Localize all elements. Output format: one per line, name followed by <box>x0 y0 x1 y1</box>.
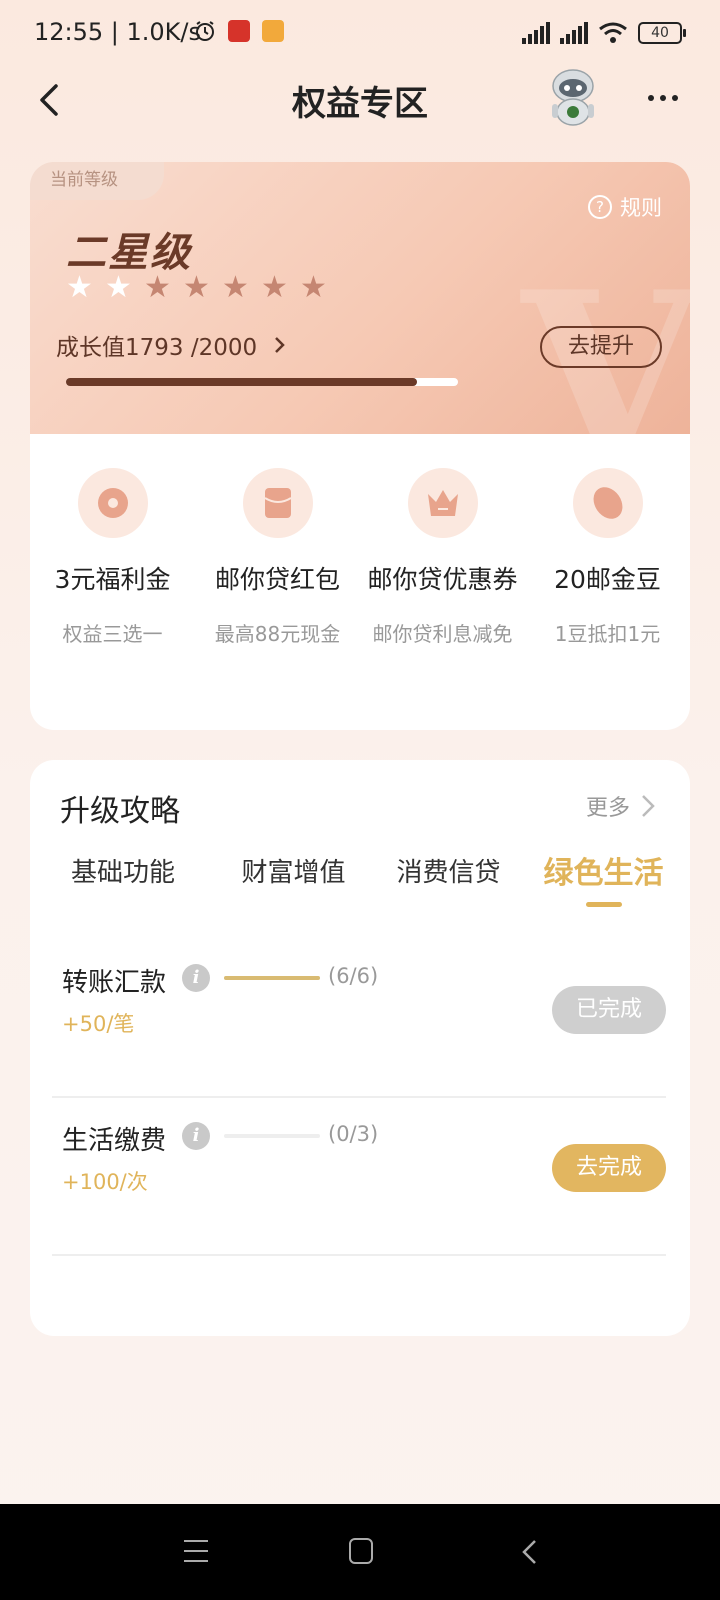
robot-assistant-icon[interactable] <box>540 64 606 130</box>
task-row: 生活缴费 i (0/3) +100/次 去完成 <box>52 1098 666 1256</box>
signal-icon-2 <box>560 22 588 44</box>
growth-value-text: 成长值1793 /2000 <box>56 335 258 361</box>
growth-progress-fill <box>66 378 418 386</box>
benefit-subtitle: 1豆抵扣1元 <box>554 622 661 646</box>
level-stars: ★ ★ ★ ★ ★ ★ ★ <box>66 270 327 305</box>
menu-icon[interactable] <box>184 1540 208 1562</box>
question-icon: ? <box>588 195 612 219</box>
rules-link[interactable]: ? 规则 <box>588 192 662 222</box>
nav-back-icon[interactable] <box>518 1538 542 1566</box>
status-time: 12:55 | 1.0K/s <box>34 18 202 46</box>
strategy-tabs: 基础功能 财富增值 消费信贷 绿色生活 <box>30 846 690 907</box>
task-progress-bar <box>224 1134 320 1138</box>
more-label: 更多 <box>585 796 630 821</box>
task-action-button[interactable]: 去完成 <box>552 1144 666 1192</box>
app-notification-icon <box>228 20 250 42</box>
star-icon: ★ <box>300 270 327 305</box>
benefit-title: 邮你贷红包 <box>214 565 340 594</box>
task-action-button[interactable]: 已完成 <box>552 986 666 1034</box>
red-packet-icon <box>242 468 313 538</box>
task-reward: +100/次 <box>62 1170 148 1194</box>
benefit-subtitle: 邮你贷利息减免 <box>372 622 513 646</box>
task-count: (0/3) <box>328 1122 379 1146</box>
benefit-item[interactable]: 3元福利金权益三选一 <box>30 458 195 647</box>
tab-item[interactable]: 财富增值 <box>216 846 371 892</box>
tab-active-indicator <box>585 902 622 907</box>
benefit-title: 20邮金豆 <box>554 565 661 594</box>
more-link[interactable]: 更多 <box>586 790 656 822</box>
alarm-icon <box>196 21 214 41</box>
task-name: 转账汇款 <box>62 968 167 998</box>
benefits-row: 3元福利金 权益三选一 邮你贷红包 最高88元现金 邮你贷优惠券 邮你贷利息减免 20邮金豆… <box>30 458 690 647</box>
benefit-item[interactable]: 邮你贷优惠券邮你贷利息减免 <box>360 458 525 647</box>
star-icon: ★ <box>261 270 288 305</box>
star-icon: ★ <box>66 270 93 305</box>
tab-label: 消费信贷 <box>396 858 501 888</box>
benefit-subtitle: 权益三选一 <box>62 622 163 646</box>
upgrade-button[interactable]: 去提升 <box>540 326 662 368</box>
page-title: 权益专区 <box>292 84 428 124</box>
battery-icon: 40 <box>638 22 686 44</box>
task-progress-bar <box>224 976 320 980</box>
current-level-badge: 当前等级 <box>30 162 164 200</box>
task-count: (6/6) <box>328 964 379 988</box>
tab-label: 财富增值 <box>241 858 346 888</box>
benefit-item[interactable]: 邮你贷红包最高88元现金 <box>195 458 360 647</box>
star-icon: ★ <box>222 270 249 305</box>
chevron-right-icon <box>642 795 655 817</box>
level-card: V 当前等级 ? 规则 二星级 ★ ★ ★ ★ ★ ★ ★ 成长值1793 /2000 去提… <box>30 162 690 730</box>
star-icon: ★ <box>105 270 132 305</box>
star-icon: ★ <box>144 270 171 305</box>
signal-icon <box>522 22 550 44</box>
benefit-item[interactable]: 20邮金豆 1豆抵扣1元 <box>525 458 690 647</box>
level-banner: V 当前等级 ? 规则 二星级 ★ ★ ★ ★ ★ ★ ★ 成长值1793 /2000 去提… <box>30 162 690 512</box>
info-icon[interactable]: i <box>182 964 210 992</box>
benefit-title: 邮你贷优惠券 <box>367 565 518 594</box>
tab-item[interactable]: 基础功能 <box>30 846 216 892</box>
benefit-title: 3元福利金 <box>54 565 171 594</box>
message-notification-icon <box>262 20 284 42</box>
crown-coupon-icon <box>407 468 478 538</box>
task-reward: +50/笔 <box>62 1012 135 1036</box>
bean-icon <box>572 468 643 538</box>
tab-item[interactable]: 绿色生活 <box>526 846 681 907</box>
growth-progress-bar <box>66 378 458 386</box>
upgrade-strategy-card: 升级攻略 更多 基础功能 财富增值 消费信贷 绿色生活 转账汇款 i (6/6) +50/笔… <box>30 760 690 1336</box>
info-icon[interactable]: i <box>182 1122 210 1150</box>
wifi-icon <box>599 22 627 43</box>
coin-icon <box>77 468 148 538</box>
more-options-icon[interactable] <box>648 88 688 108</box>
tab-item[interactable]: 消费信贷 <box>371 846 526 892</box>
strategy-title: 升级攻略 <box>60 794 180 829</box>
task-progress-fill <box>224 976 320 980</box>
star-icon: ★ <box>183 270 210 305</box>
tab-label: 基础功能 <box>70 858 175 888</box>
system-nav-bar <box>0 1504 720 1600</box>
chevron-right-icon <box>275 337 285 353</box>
growth-value-link[interactable]: 成长值1793 /2000 <box>56 328 289 362</box>
tab-label: 绿色生活 <box>543 856 664 891</box>
benefit-subtitle: 最高88元现金 <box>214 622 341 646</box>
task-name: 生活缴费 <box>62 1126 167 1156</box>
home-icon[interactable] <box>349 1538 373 1564</box>
header: 权益专区 <box>0 60 720 140</box>
rules-label: 规则 <box>620 196 662 220</box>
task-row: 转账汇款 i (6/6) +50/笔 已完成 <box>52 940 666 1098</box>
